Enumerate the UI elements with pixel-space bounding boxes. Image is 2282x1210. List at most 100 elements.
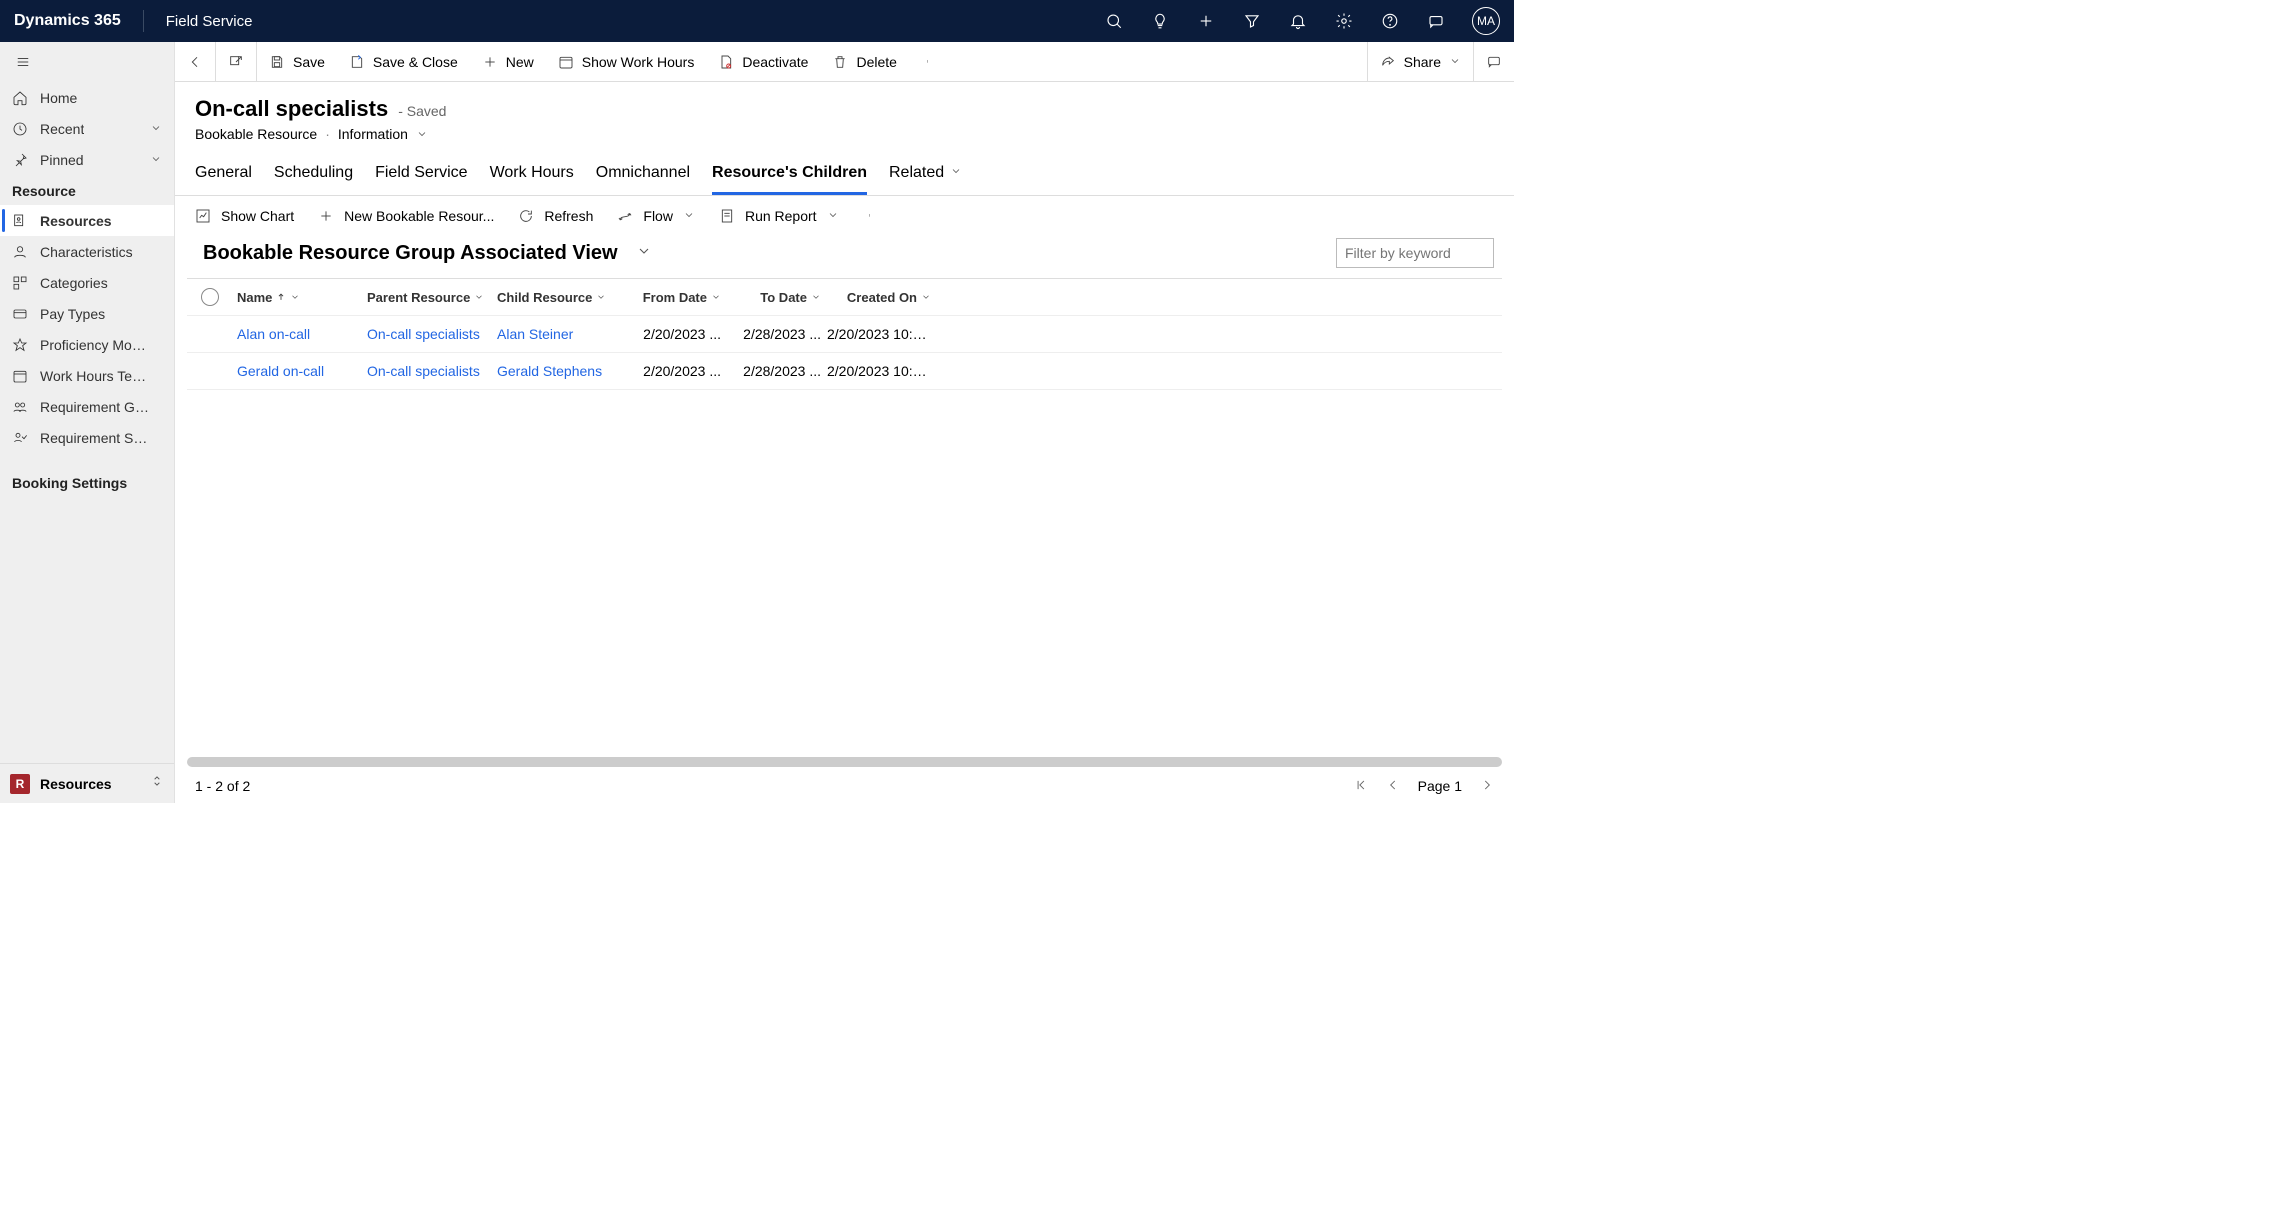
pay-icon	[12, 306, 28, 322]
page-title: On-call specialists	[195, 96, 388, 122]
bell-icon[interactable]	[1288, 11, 1308, 31]
app-name-label[interactable]: Field Service	[166, 13, 253, 30]
lightbulb-icon[interactable]	[1150, 11, 1170, 31]
search-icon[interactable]	[1104, 11, 1124, 31]
show-work-hours-button[interactable]: Show Work Hours	[546, 42, 707, 82]
sidebar-item-workhours[interactable]: Work Hours Temp...	[0, 360, 174, 391]
plus-icon[interactable]	[1196, 11, 1216, 31]
plus-icon	[482, 54, 498, 70]
resources-icon	[12, 213, 28, 229]
sidebar-item-categories[interactable]: Categories	[0, 267, 174, 298]
chevron-down-icon[interactable]	[416, 128, 428, 140]
col-name[interactable]: Name	[237, 290, 367, 305]
tabs: General Scheduling Field Service Work Ho…	[195, 152, 1494, 195]
row-parent-link[interactable]: On-call specialists	[367, 363, 497, 379]
row-parent-link[interactable]: On-call specialists	[367, 326, 497, 342]
select-all-checkbox[interactable]	[201, 288, 219, 306]
area-label: Resources	[40, 776, 112, 792]
help-icon[interactable]	[1380, 11, 1400, 31]
refresh-button[interactable]: Refresh	[518, 208, 593, 224]
calendar-icon	[12, 368, 28, 384]
assistant-icon[interactable]	[1426, 11, 1446, 31]
chevron-down-icon	[150, 121, 162, 137]
sidebar-item-paytypes[interactable]: Pay Types	[0, 298, 174, 329]
row-child-link[interactable]: Alan Steiner	[497, 326, 627, 342]
categories-icon	[12, 275, 28, 291]
nav-recent[interactable]: Recent	[0, 113, 174, 144]
save-label: Save	[293, 54, 325, 70]
table-row[interactable]: Gerald on-call On-call specialists Geral…	[187, 353, 1502, 390]
new-button[interactable]: New	[470, 42, 546, 82]
row-child-link[interactable]: Gerald Stephens	[497, 363, 627, 379]
area-switcher[interactable]: R Resources	[0, 763, 174, 803]
avatar[interactable]: MA	[1472, 7, 1500, 35]
row-to: 2/28/2023 ...	[727, 363, 827, 379]
back-button[interactable]	[175, 42, 215, 82]
view-title[interactable]: Bookable Resource Group Associated View	[203, 242, 618, 265]
save-close-button[interactable]: Save & Close	[337, 42, 470, 82]
overflow-button[interactable]	[909, 42, 949, 82]
sidebar-item-characteristics[interactable]: Characteristics	[0, 236, 174, 267]
tab-work-hours[interactable]: Work Hours	[490, 156, 574, 195]
form-label[interactable]: Information	[338, 126, 408, 142]
tab-resources-children[interactable]: Resource's Children	[712, 156, 867, 195]
sidebar-item-label: Categories	[40, 275, 108, 291]
hamburger-icon[interactable]	[0, 42, 174, 82]
next-page-button[interactable]	[1480, 778, 1494, 795]
horizontal-scrollbar[interactable]	[175, 757, 1514, 769]
filter-input[interactable]	[1336, 238, 1494, 268]
brand-label[interactable]: Dynamics 365	[14, 12, 121, 30]
status-icon	[12, 430, 28, 446]
sidebar-item-reqstat[interactable]: Requirement Stat...	[0, 422, 174, 453]
chevron-down-icon[interactable]	[636, 243, 652, 264]
col-parent[interactable]: Parent Resource	[367, 290, 497, 305]
deactivate-label: Deactivate	[742, 54, 808, 70]
sidebar-item-proficiency[interactable]: Proficiency Models	[0, 329, 174, 360]
home-icon	[12, 90, 28, 106]
tab-general[interactable]: General	[195, 156, 252, 195]
record-range: 1 - 2 of 2	[195, 778, 250, 794]
tab-related[interactable]: Related	[889, 156, 962, 195]
sidebar-item-reqgroup[interactable]: Requirement Gro...	[0, 391, 174, 422]
share-button[interactable]: Share	[1368, 42, 1473, 82]
show-chart-button[interactable]: Show Chart	[195, 208, 294, 224]
tab-scheduling[interactable]: Scheduling	[274, 156, 353, 195]
popout-button[interactable]	[216, 42, 256, 82]
delete-button[interactable]: Delete	[820, 42, 908, 82]
row-name-link[interactable]: Alan on-call	[237, 326, 367, 342]
tab-field-service[interactable]: Field Service	[375, 156, 467, 195]
new-record-button[interactable]: New Bookable Resour...	[318, 208, 494, 224]
tab-omnichannel[interactable]: Omnichannel	[596, 156, 690, 195]
col-child[interactable]: Child Resource	[497, 290, 627, 305]
filter-icon[interactable]	[1242, 11, 1262, 31]
calendar-icon	[558, 54, 574, 70]
area-badge: R	[10, 774, 30, 794]
col-from[interactable]: From Date	[627, 290, 727, 305]
group-icon	[12, 399, 28, 415]
gear-icon[interactable]	[1334, 11, 1354, 31]
assistant-pane-button[interactable]	[1474, 42, 1514, 82]
deactivate-button[interactable]: Deactivate	[706, 42, 820, 82]
run-report-button[interactable]: Run Report	[719, 208, 839, 224]
table-row[interactable]: Alan on-call On-call specialists Alan St…	[187, 316, 1502, 353]
nav-pinned[interactable]: Pinned	[0, 144, 174, 175]
row-name-link[interactable]: Gerald on-call	[237, 363, 367, 379]
row-to: 2/28/2023 ...	[727, 326, 827, 342]
chevron-down-icon	[683, 208, 695, 224]
sidebar-item-label: Resources	[40, 213, 112, 229]
report-icon	[719, 208, 735, 224]
page-label: Page 1	[1418, 778, 1462, 794]
grid-header: Name Parent Resource Child Resource From…	[187, 279, 1502, 316]
col-created[interactable]: Created On	[827, 290, 937, 305]
nav-home[interactable]: Home	[0, 82, 174, 113]
sidebar: Home Recent Pinned Resource Resources Ch…	[0, 42, 175, 803]
first-page-button[interactable]	[1354, 778, 1368, 795]
row-created: 2/20/2023 10:36...	[827, 326, 937, 342]
sidebar-item-resources[interactable]: Resources	[0, 205, 174, 236]
prev-page-button[interactable]	[1386, 778, 1400, 795]
flow-button[interactable]: Flow	[617, 208, 695, 224]
col-to[interactable]: To Date	[727, 290, 827, 305]
sub-overflow-button[interactable]	[863, 208, 879, 224]
sidebar-item-label: Work Hours Temp...	[40, 368, 150, 384]
save-button[interactable]: Save	[257, 42, 337, 82]
